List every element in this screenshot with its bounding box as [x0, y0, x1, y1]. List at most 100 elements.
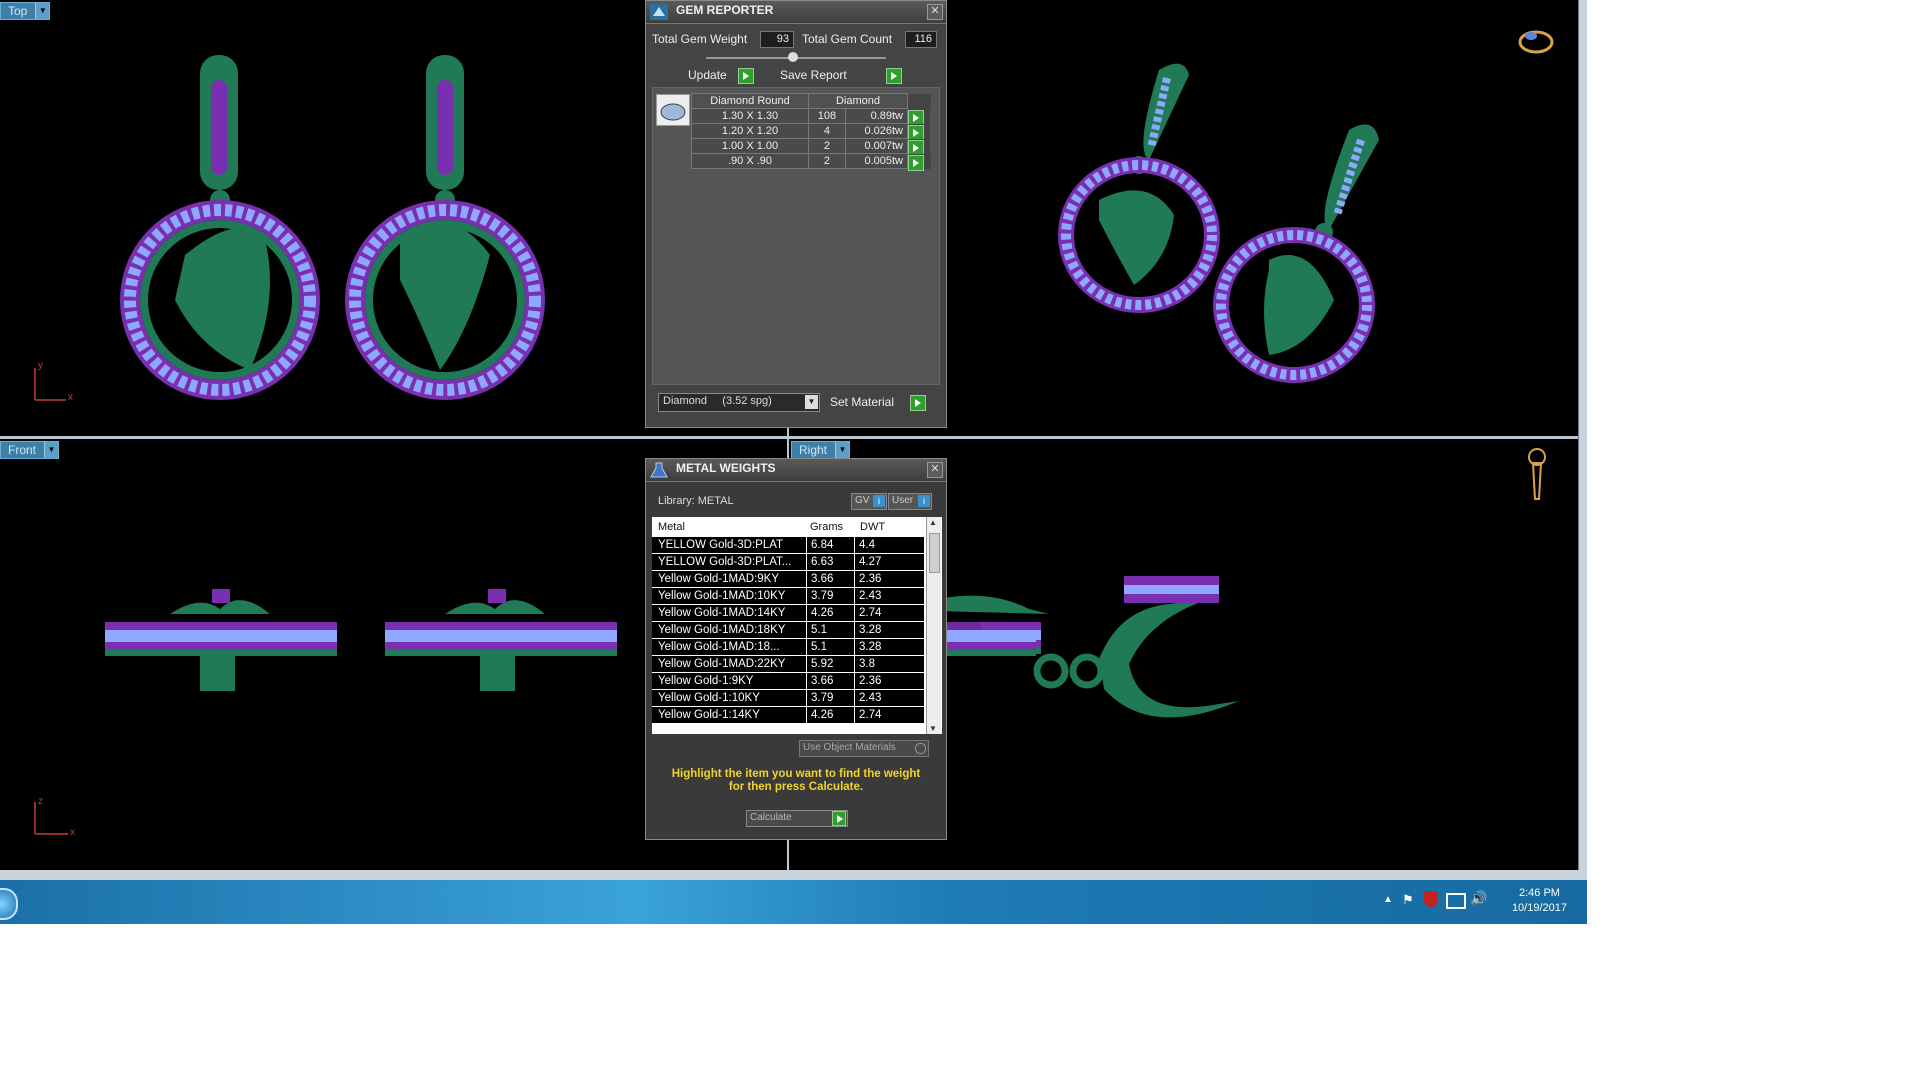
col-dwt-header[interactable]: DWT	[860, 521, 885, 533]
action-center-flag-icon[interactable]: ⚑	[1402, 892, 1418, 908]
gem-size: 1.00 X 1.00	[691, 138, 809, 154]
gem-size: 1.30 X 1.30	[691, 108, 809, 124]
axis-label-y: y	[38, 360, 43, 371]
scroll-up-icon[interactable]: ▲	[929, 518, 937, 527]
axis-label-z: z	[38, 796, 43, 807]
metal-grams: 5.1	[806, 622, 855, 638]
gem-reporter-titlebar[interactable]: GEM REPORTER ✕	[646, 1, 946, 24]
metal-dwt: 4.4	[854, 537, 915, 553]
set-material-go-icon[interactable]	[910, 395, 926, 411]
user-toggle[interactable]: User i	[888, 493, 932, 510]
gem-size: 1.20 X 1.20	[691, 123, 809, 139]
axis-label-x-front: x	[70, 827, 75, 838]
gem-table-row[interactable]: 1.00 X 1.00 2 0.007tw	[691, 138, 931, 156]
metal-grams: 3.79	[806, 588, 855, 604]
save-report-button[interactable]: Save Report	[780, 67, 847, 83]
viewport-label-right[interactable]: Right ▼	[791, 441, 851, 459]
metal-row[interactable]: Yellow Gold-1MAD:14KY 4.26 2.74	[652, 605, 924, 622]
viewport-label-right-text: Right	[799, 443, 828, 457]
metal-row[interactable]: Yellow Gold-1:14KY 4.26 2.74	[652, 707, 924, 724]
gv-toggle[interactable]: GV i	[851, 493, 887, 510]
viewport-label-front[interactable]: Front ▼	[0, 441, 60, 459]
metal-grams: 6.84	[806, 537, 855, 553]
security-shield-icon[interactable]	[1424, 891, 1438, 907]
cad-application-window: Top ▼ y x Front ▼ z x Right ▼ GEM REPORT…	[0, 0, 1587, 924]
chevron-down-icon[interactable]: ▼	[44, 442, 59, 458]
gv-label: GV	[855, 495, 870, 506]
flask-icon	[650, 462, 668, 478]
viewport-divider-horizontal[interactable]	[0, 436, 1580, 439]
metal-dwt: 2.43	[854, 690, 915, 706]
col-metal-header[interactable]: Metal	[658, 521, 685, 533]
gem-table-row[interactable]: 1.30 X 1.30 108 0.89tw	[691, 108, 931, 126]
gem-weight: 0.007tw	[844, 138, 909, 154]
metal-row[interactable]: Yellow Gold-1:10KY 3.79 2.43	[652, 690, 924, 707]
calculate-button[interactable]: Calculate	[746, 810, 848, 827]
metal-grams: 5.1	[806, 639, 855, 655]
earring-perspective-1	[1058, 63, 1220, 313]
viewport-label-top[interactable]: Top ▼	[0, 2, 51, 20]
viewport-label-front-text: Front	[8, 443, 37, 457]
metal-row[interactable]: Yellow Gold-1:9KY 3.66 2.36	[652, 673, 924, 690]
metal-list[interactable]: Metal Grams DWT YELLOW Gold-3D:PLAT 6.84 4…	[652, 517, 942, 734]
update-button[interactable]: Update	[688, 67, 727, 83]
metal-dwt: 3.28	[854, 622, 915, 638]
weight-slider-handle[interactable]	[788, 52, 798, 62]
update-go-icon[interactable]	[738, 68, 754, 84]
metal-name: Yellow Gold-1MAD:9KY	[658, 573, 780, 585]
metal-list-scrollbar[interactable]: ▲ ▼	[926, 517, 941, 734]
metal-weights-titlebar[interactable]: METAL WEIGHTS ✕	[646, 459, 946, 482]
material-select[interactable]: Diamond (3.52 spg) ▼	[658, 393, 820, 412]
start-button[interactable]	[0, 888, 18, 920]
earring-tool-icon[interactable]	[1528, 448, 1546, 500]
gem-weight: 0.005tw	[844, 153, 909, 169]
volume-icon[interactable]: 🔊	[1470, 890, 1487, 907]
save-report-go-icon[interactable]	[886, 68, 902, 84]
gem-table-row[interactable]: 1.20 X 1.20 4 0.026tw	[691, 123, 931, 141]
total-gem-count-label: Total Gem Count	[802, 32, 893, 46]
calculate-go-icon[interactable]	[832, 811, 846, 826]
chevron-down-icon[interactable]: ▼	[835, 442, 850, 458]
user-label: User	[892, 495, 914, 506]
info-icon[interactable]: i	[918, 495, 930, 507]
metal-dwt: 2.36	[854, 571, 915, 587]
chevron-down-icon[interactable]: ▼	[805, 395, 818, 409]
metal-name: Yellow Gold-1:14KY	[658, 709, 760, 721]
use-object-materials-toggle[interactable]: Use Object Materials	[799, 740, 929, 757]
gem-weight: 0.89tw	[844, 108, 909, 124]
metal-row[interactable]: Yellow Gold-1MAD:9KY 3.66 2.36	[652, 571, 924, 588]
network-icon[interactable]	[1446, 893, 1466, 909]
metal-name: Yellow Gold-1MAD:14KY	[658, 607, 786, 619]
close-icon[interactable]: ✕	[927, 4, 943, 20]
close-icon[interactable]: ✕	[927, 462, 943, 478]
total-gem-weight-value: 93	[760, 31, 794, 48]
metal-list-header: Metal Grams DWT	[652, 517, 924, 537]
metal-grams: 3.66	[806, 571, 855, 587]
scroll-down-icon[interactable]: ▼	[929, 724, 937, 733]
metal-row[interactable]: YELLOW Gold-3D:PLAT 6.84 4.4	[652, 537, 924, 554]
scrollbar-thumb[interactable]	[929, 533, 940, 573]
metal-row[interactable]: Yellow Gold-1MAD:18KY 5.1 3.28	[652, 622, 924, 639]
gem-weight: 0.026tw	[844, 123, 909, 139]
metal-row[interactable]: Yellow Gold-1MAD:18... 5.1 3.28	[652, 639, 924, 656]
metal-name: Yellow Gold-1MAD:18KY	[658, 624, 786, 636]
earring-front-left	[105, 589, 337, 691]
gem-row-select-icon[interactable]	[908, 154, 924, 171]
gem-reporter-panel: GEM REPORTER ✕ Total Gem Weight 93 Total…	[645, 0, 947, 428]
chevron-down-icon[interactable]: ▼	[35, 3, 50, 19]
ring-icon[interactable]	[1518, 30, 1554, 54]
tray-expand-icon[interactable]: ▲	[1383, 894, 1393, 905]
gem-count: 4	[808, 123, 846, 139]
metal-weights-title: METAL WEIGHTS	[676, 461, 776, 475]
clock[interactable]: 2:46 PM 10/19/2017	[1512, 887, 1567, 914]
gem-count: 2	[808, 153, 846, 169]
metal-grams: 3.66	[806, 673, 855, 689]
metal-grams: 3.79	[806, 690, 855, 706]
set-material-button[interactable]: Set Material	[830, 394, 894, 410]
metal-row[interactable]: Yellow Gold-1MAD:10KY 3.79 2.43	[652, 588, 924, 605]
col-grams-header[interactable]: Grams	[810, 521, 843, 533]
metal-row[interactable]: YELLOW Gold-3D:PLAT... 6.63 4.27	[652, 554, 924, 571]
gem-table-row[interactable]: .90 X .90 2 0.005tw	[691, 153, 931, 171]
info-icon[interactable]: i	[873, 495, 885, 507]
metal-row[interactable]: Yellow Gold-1MAD:22KY 5.92 3.8	[652, 656, 924, 673]
